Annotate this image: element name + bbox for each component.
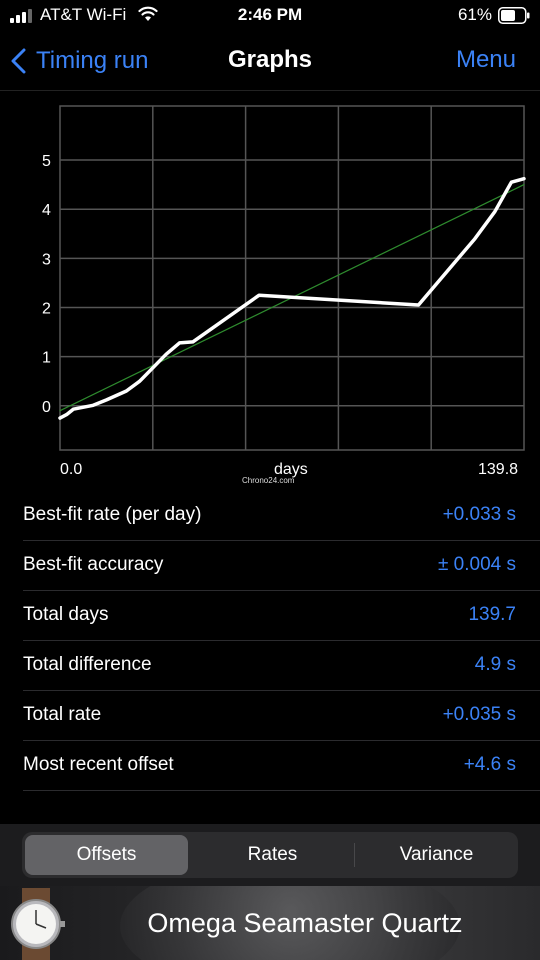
battery-icon	[498, 7, 530, 24]
offset-chart: 012345 0.0 days 139.8 Chrono24.com	[0, 92, 540, 492]
x-axis-min-label: 0.0	[60, 461, 82, 478]
menu-button[interactable]: Menu	[456, 46, 516, 74]
segment-variance[interactable]: Variance	[355, 832, 518, 878]
stat-label: Best-fit rate (per day)	[23, 504, 202, 525]
stat-value: 139.7	[468, 604, 516, 625]
stat-label: Total rate	[23, 704, 102, 725]
y-tick-label: 4	[42, 202, 51, 219]
stat-value: 4.9 s	[474, 654, 516, 675]
bottom-banner: Omega Seamaster Quartz	[0, 886, 540, 960]
y-tick-label: 3	[42, 251, 51, 268]
stat-value: +0.035 s	[442, 704, 516, 725]
banner-title: Omega Seamaster Quartz	[147, 908, 463, 938]
stat-row-total-difference: Total difference 4.9 s	[0, 641, 540, 691]
chart-grid	[59, 105, 525, 451]
graph-type-segmented-control: Offsets Rates Variance	[22, 832, 518, 878]
stat-label: Total days	[23, 604, 109, 625]
segment-offsets[interactable]: Offsets	[25, 835, 188, 875]
navigation-bar: Timing run Graphs Menu	[0, 36, 540, 91]
watermark-text: Chrono24.com	[242, 476, 295, 485]
y-tick-label: 0	[42, 399, 51, 416]
stat-row-best-fit-accuracy: Best-fit accuracy ± 0.004 s	[0, 541, 540, 591]
stat-value: +0.033 s	[442, 504, 516, 525]
stat-row-best-fit-rate: Best-fit rate (per day) +0.033 s	[0, 491, 540, 541]
y-tick-label: 5	[42, 153, 51, 170]
x-axis-max-label: 139.8	[478, 461, 518, 478]
stat-label: Total difference	[23, 654, 152, 675]
bottom-toolbar: Offsets Rates Variance	[0, 824, 540, 886]
chart-series	[58, 176, 526, 420]
offset-chart-svg: 012345 0.0 days 139.8 Chrono24.com	[42, 105, 526, 485]
battery-percent: 61%	[457, 5, 492, 24]
stat-value: +4.6 s	[463, 754, 516, 775]
offset-series-line	[58, 176, 526, 420]
y-tick-label: 1	[42, 350, 51, 367]
status-bar: AT&T Wi-Fi 2:46 PM 61%	[0, 0, 540, 32]
segment-rates[interactable]: Rates	[191, 832, 354, 878]
stat-row-total-rate: Total rate +0.035 s	[0, 691, 540, 741]
stat-row-total-days: Total days 139.7	[0, 591, 540, 641]
y-axis-ticks: 0 1 2 3 4 5	[42, 153, 51, 416]
stat-label: Best-fit accuracy	[23, 554, 164, 575]
chart-frame	[59, 105, 525, 451]
stat-value: ± 0.004 s	[437, 554, 516, 575]
stats-list: Best-fit rate (per day) +0.033 s Best-fi…	[0, 491, 540, 791]
y-tick-label: 2	[42, 300, 51, 317]
stat-row-most-recent-offset: Most recent offset +4.6 s	[0, 741, 540, 791]
stat-label: Most recent offset	[23, 754, 174, 775]
